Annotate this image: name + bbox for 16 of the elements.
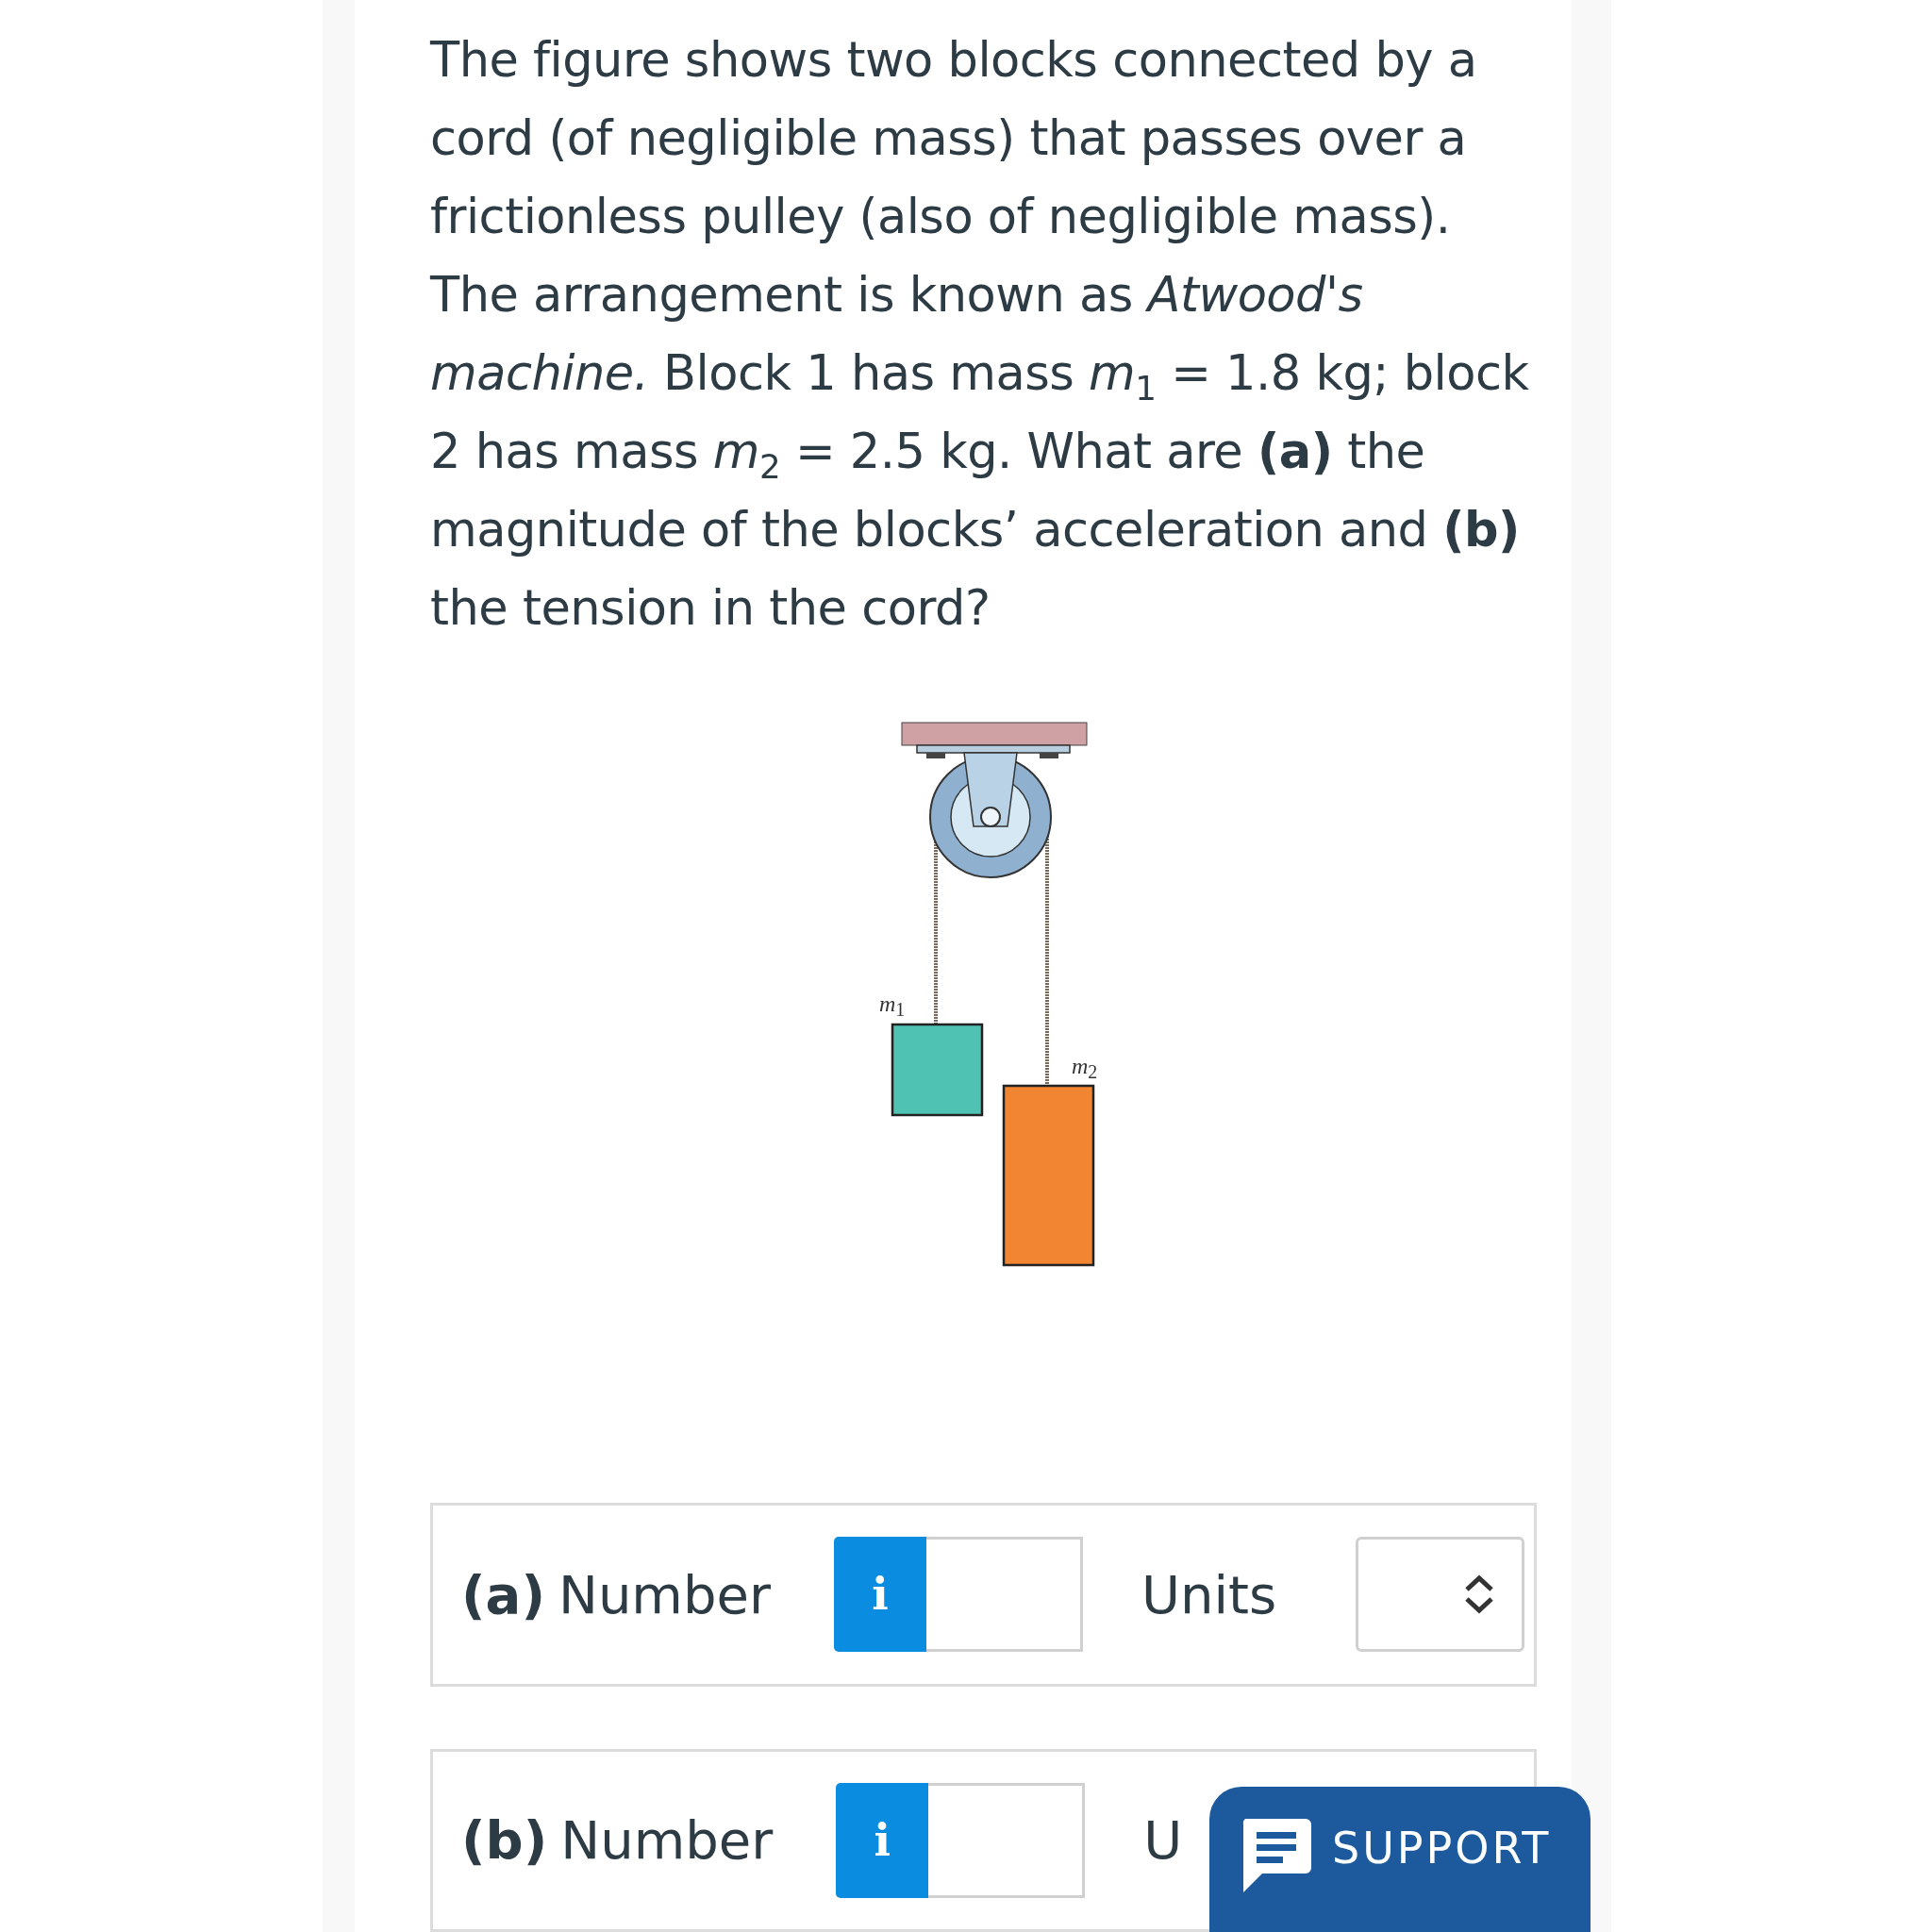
- chevron-icon: [1463, 1574, 1495, 1615]
- part-label: (b): [461, 1809, 548, 1872]
- question-text: The figure shows two blocks connected by a cord (of negligible mass) that passes over a frictionless pulley (also of negligible mass). The arrangement is known as Atwood's machine. Block 1 has mass m$_{1}$ = 1.8 kg; block 2 has mass m$_{2}$ = 2.5 kg. What are (a) the magnitude of the blocks’ acceleration and (b) the tension in the cord?: [430, 31, 1530, 638]
- answer-label: Number: [558, 1563, 772, 1625]
- units-select[interactable]: [1356, 1537, 1524, 1653]
- mass-label: m$_{2}$: [1072, 1054, 1098, 1082]
- mass-label: m$_{1}$: [879, 991, 906, 1020]
- part-label: (a): [461, 1563, 545, 1625]
- answer-label: Number: [560, 1809, 774, 1872]
- info-button[interactable]: i: [834, 1537, 926, 1653]
- number-input[interactable]: [928, 1782, 1086, 1898]
- support-button[interactable]: SUPPORT: [1209, 1787, 1591, 1932]
- info-button[interactable]: i: [836, 1782, 929, 1898]
- number-input[interactable]: [926, 1537, 1083, 1653]
- units-label: Units: [1141, 1563, 1277, 1625]
- units-label: U: [1143, 1809, 1183, 1872]
